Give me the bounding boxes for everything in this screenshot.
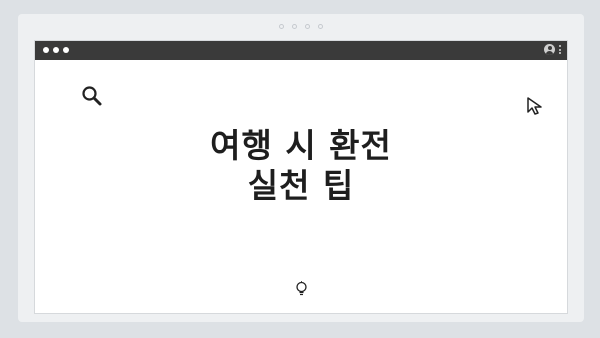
title-line-1: 여행 시 환전 [210, 126, 392, 165]
maximize-dot-button[interactable] [63, 47, 69, 53]
cursor-arrow-icon [527, 97, 542, 115]
lightbulb-icon [296, 281, 307, 296]
minimize-dot-button[interactable] [53, 47, 59, 53]
carousel-dots [18, 24, 584, 29]
title-line-2: 실천 팁 [247, 166, 355, 205]
user-avatar-icon[interactable] [544, 44, 555, 55]
window-controls [43, 47, 69, 53]
carousel-dot[interactable] [292, 24, 297, 29]
search-icon [82, 86, 102, 106]
more-vertical-icon[interactable] [559, 45, 561, 54]
carousel-dot[interactable] [318, 24, 323, 29]
slide-frame: 여행 시 환전 실천 팁 [18, 14, 584, 322]
close-dot-button[interactable] [43, 47, 49, 53]
window-titlebar [35, 41, 567, 60]
titlebar-actions [544, 44, 561, 55]
browser-window: 여행 시 환전 실천 팁 [34, 40, 568, 314]
carousel-dot[interactable] [279, 24, 284, 29]
slide-title: 여행 시 환전 실천 팁 [35, 126, 567, 206]
carousel-dot[interactable] [305, 24, 310, 29]
